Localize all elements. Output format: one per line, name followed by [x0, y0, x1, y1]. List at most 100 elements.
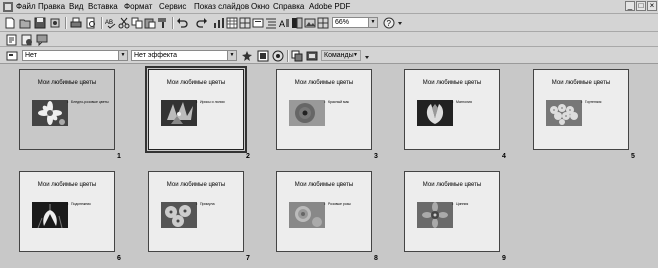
rehearse-timings-icon[interactable] [291, 50, 303, 62]
grid-icon[interactable] [317, 17, 329, 29]
app-icon[interactable] [2, 1, 13, 12]
slide-title: Мои любимые цветы [551, 80, 611, 86]
insert-chart-icon[interactable] [213, 17, 225, 29]
slide-bullet: Магнолия [452, 100, 498, 105]
menu-bar: Файл Правка Вид Вставка Формат Сервис По… [0, 0, 658, 14]
toolbar-options-icon[interactable] [397, 17, 403, 29]
toolbar-separator [287, 50, 289, 62]
print-icon[interactable] [70, 17, 82, 29]
menu-edit[interactable]: Правка [38, 2, 65, 12]
slide-thumbnail[interactable]: Мои любимые цветы Розовые розы [276, 171, 372, 252]
svg-text:?: ? [387, 19, 392, 28]
chevron-down-icon[interactable]: ▼ [118, 51, 127, 60]
slide-bullet: Подснежник [67, 202, 113, 207]
slide-thumbnail[interactable]: Мои любимые цветы Цинния [404, 171, 500, 252]
slide-bullet: Розовые розы [324, 202, 370, 207]
menu-window[interactable]: Окно [251, 2, 270, 12]
chevron-down-icon[interactable]: ▼ [227, 51, 236, 60]
slide-thumbnail[interactable]: Мои любимые цветы Гортензия [533, 69, 629, 150]
menu-slideshow[interactable]: Показ слайдов [194, 2, 249, 12]
insert-table-icon[interactable] [226, 17, 238, 29]
commands-button[interactable]: Команды ▼ [321, 50, 361, 61]
slide-title: Мои любимые цветы [422, 80, 482, 86]
new-document-icon[interactable] [4, 17, 16, 29]
slide-bullet: Красный мак [324, 100, 370, 105]
slide-thumbnail[interactable]: Мои любимые цветы Примула [148, 171, 244, 252]
insert-picture-icon[interactable] [304, 17, 316, 29]
slide-number: 4 [502, 153, 506, 160]
effect-value: Нет эффекта [134, 52, 178, 59]
menu-view[interactable]: Вид [69, 2, 83, 12]
permission-icon[interactable] [49, 17, 61, 29]
menu-insert[interactable]: Вставка [88, 2, 118, 12]
print-preview-icon[interactable] [85, 17, 97, 29]
effect-combo[interactable]: Нет эффекта ▼ [131, 50, 237, 61]
toolbar-options-icon[interactable] [364, 50, 370, 62]
slide-number: 2 [246, 153, 250, 160]
spelling-icon[interactable]: AB [105, 17, 117, 29]
slide-sorter-view: Мои любимые цветы Бледно-розовые цветы 1… [0, 64, 658, 268]
menu-adobe-pdf[interactable]: Adobe PDF [309, 2, 350, 12]
menu-help[interactable]: Справка [273, 2, 304, 12]
animation-star-icon[interactable] [241, 50, 253, 62]
reviewers-icon[interactable] [21, 34, 33, 46]
hide-slide-icon[interactable] [6, 50, 18, 62]
menu-format[interactable]: Формат [124, 2, 152, 12]
menu-tools[interactable]: Сервис [159, 2, 186, 12]
slide-number: 3 [374, 153, 378, 160]
slide-picture [417, 100, 453, 126]
slide-design-icon[interactable] [306, 50, 318, 62]
slide-bullet: Примула [196, 202, 242, 207]
show-formatting-icon[interactable]: A [278, 17, 290, 29]
close-button[interactable]: × [647, 1, 657, 11]
slide-thumbnail[interactable]: Мои любимые цветы Подснежник [19, 171, 115, 252]
chevron-down-icon[interactable]: ▼ [368, 18, 377, 27]
minimize-button[interactable]: _ [625, 1, 635, 11]
markup-icon[interactable] [6, 34, 18, 46]
summary-slide-icon[interactable] [257, 50, 269, 62]
slide-number: 7 [246, 255, 250, 262]
slide-sorter-toolbar: Нет ▼ Нет эффекта ▼ Команды ▼ [0, 47, 658, 64]
copy-icon[interactable] [131, 17, 143, 29]
expand-all-icon[interactable] [265, 17, 277, 29]
transition-value: Нет [25, 52, 37, 59]
slide-number: 1 [117, 153, 121, 160]
tables-borders-icon[interactable] [239, 17, 251, 29]
zoom-combo[interactable]: 66% ▼ [332, 17, 378, 28]
slide-number: 9 [502, 255, 506, 262]
new-slide-icon[interactable] [252, 17, 264, 29]
slide-thumbnail[interactable]: Мои любимые цветы Бледно-розовые цветы [19, 69, 115, 150]
slide-bullet: Ирисы и лилии [196, 100, 242, 105]
undo-icon[interactable] [176, 17, 188, 29]
slide-thumbnail[interactable]: Мои любимые цветы Красный мак [276, 69, 372, 150]
slide-bullet: Цинния [452, 202, 498, 207]
redo-icon[interactable] [196, 17, 208, 29]
cut-icon[interactable] [118, 17, 130, 29]
slide-picture [289, 100, 325, 126]
slide-bullet: Гортензия [581, 100, 627, 105]
format-painter-icon[interactable] [157, 17, 169, 29]
slide-thumbnail[interactable]: Мои любимые цветы Магнолия [404, 69, 500, 150]
menu-file[interactable]: Файл [16, 2, 36, 12]
paste-icon[interactable] [144, 17, 156, 29]
standard-toolbar: AB A 66% ▼ ? [0, 14, 658, 32]
slide-title: Мои любимые цветы [166, 182, 226, 188]
slide-thumbnail[interactable]: Мои любимые цветы Ирисы и лилии [145, 66, 247, 153]
save-icon[interactable] [34, 17, 46, 29]
slide-picture [546, 100, 582, 126]
svg-text:AB: AB [105, 20, 113, 26]
slide-number: 6 [117, 255, 121, 262]
comment-icon[interactable] [36, 34, 48, 46]
restore-button[interactable]: □ [636, 1, 646, 11]
help-icon[interactable]: ? [383, 17, 395, 29]
speaker-notes-icon[interactable] [272, 50, 284, 62]
slide-number: 8 [374, 255, 378, 262]
slide-number: 5 [631, 153, 635, 160]
grayscale-icon[interactable] [291, 17, 303, 29]
slide-bullet: Бледно-розовые цветы [67, 100, 113, 105]
slide-title: Мои любимые цветы [166, 80, 226, 86]
transition-combo[interactable]: Нет ▼ [22, 50, 128, 61]
slide-title: Мои любимые цветы [37, 80, 97, 86]
slide-picture [161, 100, 197, 126]
open-folder-icon[interactable] [19, 17, 31, 29]
